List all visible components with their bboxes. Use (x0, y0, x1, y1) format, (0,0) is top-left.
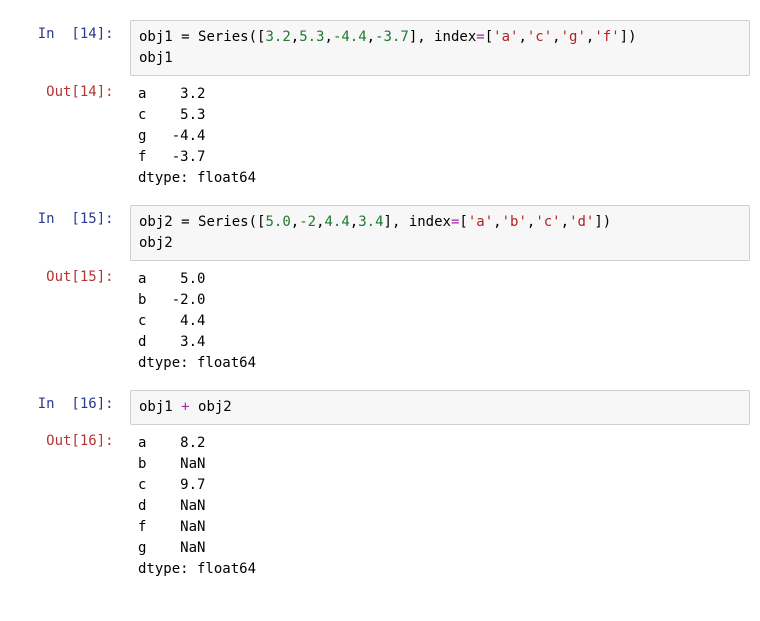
code-token: , (493, 214, 501, 230)
code-token: Series (198, 29, 249, 45)
code-token: obj1 (139, 399, 173, 415)
code-token: = (476, 29, 484, 45)
code-token: obj2 (198, 399, 232, 415)
code-token: obj2 (139, 235, 173, 251)
code-token: , (417, 29, 434, 45)
code-token: + (173, 399, 198, 415)
code-token: 3.4 (358, 214, 383, 230)
code-token: obj1 (139, 29, 173, 45)
code-token: , (291, 214, 299, 230)
code-token: ) (603, 214, 611, 230)
code-token: ] (594, 214, 602, 230)
code-token: 'g' (561, 29, 586, 45)
code-token: , (367, 29, 375, 45)
code-token: obj1 (139, 50, 173, 66)
code-token: 'c' (535, 214, 560, 230)
code-token: , (552, 29, 560, 45)
code-token: obj2 (139, 214, 173, 230)
code-token: [ (485, 29, 493, 45)
code-token: index (409, 214, 451, 230)
code-token: ( (249, 214, 257, 230)
code-token: , (392, 214, 409, 230)
code-token: ] (620, 29, 628, 45)
output-cell-15: Out[15]: a 5.0 b -2.0 c 4.4 d 3.4 dtype:… (10, 263, 750, 388)
code-token: 3.2 (265, 29, 290, 45)
code-token: ] (409, 29, 417, 45)
code-token: 'a' (468, 214, 493, 230)
code-token: = (173, 214, 198, 230)
code-token: ] (384, 214, 392, 230)
code-input-15[interactable]: obj2 = Series([5.0,-2,4.4,3.4], index=['… (130, 205, 750, 261)
code-token: [ (459, 214, 467, 230)
output-text-16: a 8.2 b NaN c 9.7 d NaN f NaN g NaN dtyp… (130, 427, 750, 594)
code-token: 5.0 (265, 214, 290, 230)
code-token: , (561, 214, 569, 230)
code-token: -3.7 (375, 29, 409, 45)
code-token: ) (628, 29, 636, 45)
code-token: 4.4 (325, 214, 350, 230)
code-token: = (173, 29, 198, 45)
code-token: , (291, 29, 299, 45)
code-token: 'b' (502, 214, 527, 230)
code-input-14[interactable]: obj1 = Series([3.2,5.3,-4.4,-3.7], index… (130, 20, 750, 76)
code-token: 5.3 (299, 29, 324, 45)
code-token: 'c' (527, 29, 552, 45)
code-token: index (434, 29, 476, 45)
out-prompt-16: Out[16]: (10, 427, 130, 594)
out-prompt-14: Out[14]: (10, 78, 130, 203)
code-input-16[interactable]: obj1 + obj2 (130, 390, 750, 425)
output-cell-14: Out[14]: a 3.2 c 5.3 g -4.4 f -3.7 dtype… (10, 78, 750, 203)
code-token: 'd' (569, 214, 594, 230)
code-token: -2 (299, 214, 316, 230)
code-token: 'a' (493, 29, 518, 45)
output-text-14: a 3.2 c 5.3 g -4.4 f -3.7 dtype: float64 (130, 78, 750, 203)
in-prompt-16: In [16]: (10, 390, 130, 425)
code-token: , (350, 214, 358, 230)
code-token: ( (249, 29, 257, 45)
code-token: , (316, 214, 324, 230)
code-token: -4.4 (333, 29, 367, 45)
out-prompt-15: Out[15]: (10, 263, 130, 388)
output-cell-16: Out[16]: a 8.2 b NaN c 9.7 d NaN f NaN g… (10, 427, 750, 594)
code-token: , (325, 29, 333, 45)
in-prompt-14: In [14]: (10, 20, 130, 76)
code-token: 'f' (594, 29, 619, 45)
in-prompt-15: In [15]: (10, 205, 130, 261)
output-text-15: a 5.0 b -2.0 c 4.4 d 3.4 dtype: float64 (130, 263, 750, 388)
code-token: Series (198, 214, 249, 230)
input-cell-16: In [16]: obj1 + obj2 (10, 390, 750, 425)
input-cell-14: In [14]: obj1 = Series([3.2,5.3,-4.4,-3.… (10, 20, 750, 76)
input-cell-15: In [15]: obj2 = Series([5.0,-2,4.4,3.4],… (10, 205, 750, 261)
code-token: , (518, 29, 526, 45)
